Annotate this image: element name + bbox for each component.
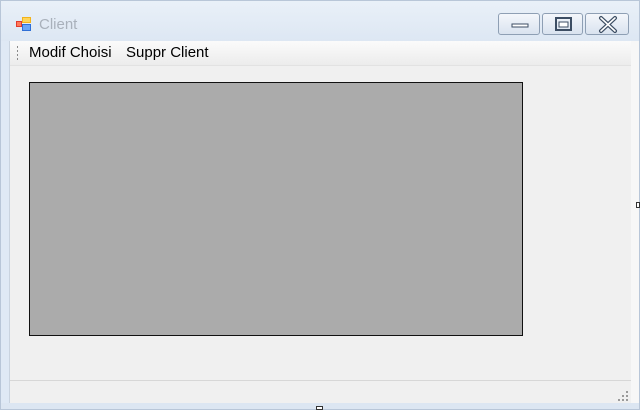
window-title: Client <box>39 16 78 33</box>
client-window: Client Modif Choisi Suppr Client <box>0 0 640 410</box>
status-strip <box>10 380 632 404</box>
maximize-button[interactable] <box>542 13 583 35</box>
window-right-border <box>631 41 639 403</box>
resize-grip-icon[interactable] <box>617 389 629 401</box>
client-area: Modif Choisi Suppr Client <box>9 41 633 404</box>
menu-grip-icon[interactable] <box>16 46 19 60</box>
app-window-icon[interactable] <box>15 16 33 32</box>
close-button[interactable] <box>585 13 629 35</box>
resize-handle-right[interactable] <box>636 202 640 208</box>
client-data-grid[interactable] <box>29 82 523 336</box>
menu-item-modif-choisi[interactable]: Modif Choisi <box>29 44 112 62</box>
menu-item-suppr-client[interactable]: Suppr Client <box>126 44 209 62</box>
resize-handle-bottom[interactable] <box>316 406 323 410</box>
title-bar[interactable]: Client <box>1 1 639 41</box>
close-icon <box>599 16 617 33</box>
menu-strip: Modif Choisi Suppr Client <box>10 41 632 66</box>
minimize-icon <box>511 23 529 28</box>
maximize-icon <box>555 17 572 31</box>
minimize-button[interactable] <box>498 13 540 35</box>
